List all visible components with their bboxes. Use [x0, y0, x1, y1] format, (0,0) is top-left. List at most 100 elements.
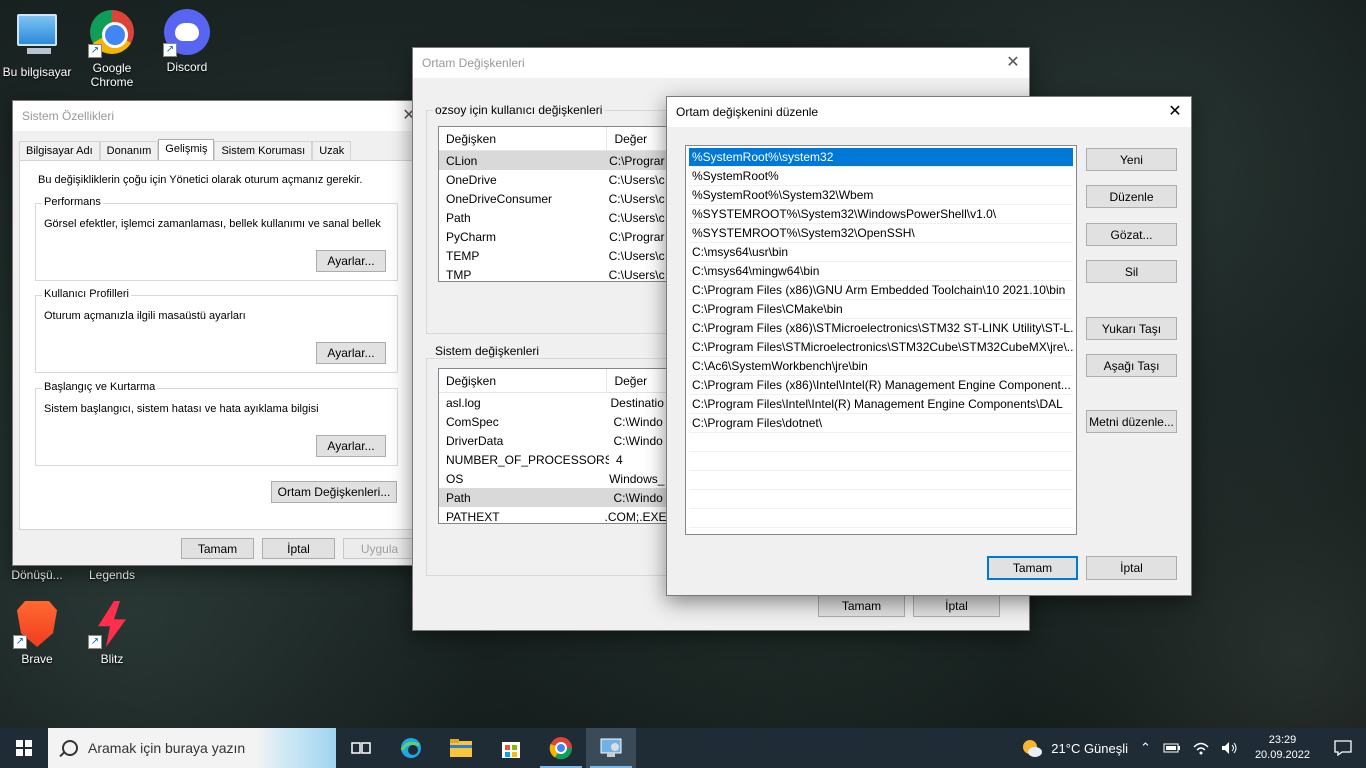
tab-computer-name[interactable]: Bilgisayar Adı	[19, 141, 100, 161]
close-icon[interactable]: ✕	[997, 48, 1029, 78]
tab-hardware[interactable]: Donanım	[99, 141, 159, 161]
empty-row[interactable]	[689, 490, 1073, 509]
column-header-value[interactable]: Değer	[607, 127, 669, 150]
table-row[interactable]: DriverData C:\Windo	[439, 431, 669, 450]
cancel-button[interactable]: İptal	[262, 538, 335, 559]
apply-button[interactable]: Uygula	[343, 538, 416, 559]
search-placeholder: Aramak için buraya yazın	[88, 740, 246, 756]
delete-button[interactable]: Sil	[1086, 260, 1177, 283]
list-item[interactable]: %SYSTEMROOT%\System32\WindowsPowerShell\…	[689, 205, 1073, 224]
start-button[interactable]	[0, 728, 48, 768]
list-item[interactable]: C:\Ac6\SystemWorkbench\jre\bin	[689, 357, 1073, 376]
startup-recovery-group: Başlangıç ve Kurtarma Sistem başlangıcı,…	[35, 381, 398, 466]
taskbar-file-explorer[interactable]	[436, 728, 486, 768]
performance-settings-button[interactable]: Ayarlar...	[316, 250, 386, 272]
desktop-icon-discord[interactable]: ↗ Discord	[150, 8, 224, 74]
window-title: Ortam değişkenini düzenle	[676, 105, 819, 119]
taskbar-chrome[interactable]	[536, 728, 586, 768]
window-titlebar[interactable]: Ortam değişkenini düzenle	[667, 97, 1191, 127]
weather-text: 21°C Güneşli	[1051, 740, 1129, 756]
list-item[interactable]: C:\Program Files\dotnet\	[689, 414, 1073, 433]
taskbar-system-settings[interactable]	[586, 728, 636, 768]
list-item[interactable]: %SystemRoot%\System32\Wbem	[689, 186, 1073, 205]
list-item[interactable]: %SystemRoot%	[689, 167, 1073, 186]
list-item[interactable]: C:\msys64\mingw64\bin	[689, 262, 1073, 281]
close-icon[interactable]: ✕	[1159, 97, 1191, 127]
table-row[interactable]: TEMP C:\Users\c	[439, 246, 669, 265]
table-row[interactable]: Path C:\Windo	[439, 488, 669, 507]
empty-row[interactable]	[689, 452, 1073, 471]
list-item[interactable]: C:\Program Files (x86)\Intel\Intel(R) Ma…	[689, 376, 1073, 395]
table-row[interactable]: OneDriveConsumer C:\Users\c	[439, 189, 669, 208]
chevron-up-icon: ⌃	[1140, 740, 1151, 755]
table-row[interactable]: NUMBER_OF_PROCESSORS 4	[439, 450, 669, 469]
table-row[interactable]: ComSpec C:\Windo	[439, 412, 669, 431]
empty-row[interactable]	[689, 509, 1073, 528]
tab-remote[interactable]: Uzak	[312, 141, 352, 161]
ok-button[interactable]: Tamam	[181, 538, 254, 559]
new-button[interactable]: Yeni	[1086, 148, 1177, 171]
window-titlebar[interactable]: Sistem Özellikleri	[13, 101, 419, 131]
notifications-button[interactable]	[1320, 728, 1366, 768]
group-label: Performans	[42, 196, 103, 208]
list-item[interactable]: C:\Program Files (x86)\STMicroelectronic…	[689, 319, 1073, 338]
cancel-button[interactable]: İptal	[913, 594, 1000, 617]
list-item[interactable]: C:\msys64\usr\bin	[689, 243, 1073, 262]
desktop-icon-brave[interactable]: ↗ Brave	[0, 600, 74, 666]
taskbar-store[interactable]	[486, 728, 536, 768]
edit-text-button[interactable]: Metni düzenle...	[1086, 410, 1177, 433]
table-row[interactable]: CLion C:\Prograr	[439, 151, 669, 170]
weather-widget[interactable]: 21°C Güneşli	[1015, 728, 1134, 768]
empty-row[interactable]	[689, 433, 1073, 452]
system-vars-list[interactable]: Değişken Değer asl.log Destinatio ComSpec…	[438, 368, 670, 524]
column-header-value[interactable]: Değer	[607, 369, 669, 392]
table-row[interactable]: TMP C:\Users\c	[439, 265, 669, 282]
desktop-icon-donusu[interactable]: Dönüşü...	[0, 568, 74, 582]
path-list[interactable]: %SystemRoot%\system32 %SystemRoot% %Syst…	[685, 145, 1077, 535]
task-view-button[interactable]	[336, 728, 386, 768]
user-profiles-settings-button[interactable]: Ayarlar...	[316, 342, 386, 364]
table-row[interactable]: PyCharm C:\Prograr	[439, 227, 669, 246]
taskbar-edge[interactable]	[386, 728, 436, 768]
taskbar-search[interactable]: Aramak için buraya yazın	[48, 728, 336, 768]
ok-button[interactable]: Tamam	[818, 594, 905, 617]
list-item[interactable]: %SYSTEMROOT%\System32\OpenSSH\	[689, 224, 1073, 243]
table-row[interactable]: OS Windows_	[439, 469, 669, 488]
column-header-variable[interactable]: Değişken	[439, 127, 608, 150]
table-row[interactable]: OneDrive C:\Users\c	[439, 170, 669, 189]
empty-row[interactable]	[689, 471, 1073, 490]
clock[interactable]: 23:29 20.09.2022	[1245, 733, 1320, 763]
list-item[interactable]: C:\Program Files (x86)\GNU Arm Embedded …	[689, 281, 1073, 300]
battery-button[interactable]	[1157, 728, 1187, 768]
list-item[interactable]: C:\Program Files\STMicroelectronics\STM3…	[689, 338, 1073, 357]
edit-button[interactable]: Düzenle	[1086, 185, 1177, 208]
network-button[interactable]	[1187, 728, 1215, 768]
cancel-button[interactable]: İptal	[1086, 556, 1177, 580]
advanced-tab-panel: Bu değişikliklerin çoğu için Yönetici ol…	[19, 160, 415, 530]
volume-button[interactable]	[1215, 728, 1245, 768]
ok-button[interactable]: Tamam	[987, 556, 1078, 580]
desktop-icon-chrome[interactable]: ↗ Google Chrome	[75, 8, 149, 89]
table-row[interactable]: asl.log Destinatio	[439, 393, 669, 412]
table-row[interactable]: PATHEXT .COM;.EXE	[439, 507, 669, 524]
list-item[interactable]: C:\Program Files\CMake\bin	[689, 300, 1073, 319]
column-header-variable[interactable]: Değişken	[439, 369, 608, 392]
browse-button[interactable]: Gözat...	[1086, 223, 1177, 246]
user-vars-list[interactable]: Değişken Değer CLion C:\Prograr OneDrive C…	[438, 126, 670, 282]
desktop-icon-legends[interactable]: Legends	[75, 568, 149, 582]
environment-variables-button[interactable]: Ortam Değişkenleri...	[271, 481, 397, 503]
show-hidden-icons-button[interactable]: ⌃	[1134, 728, 1157, 768]
sun-cloud-icon	[1023, 740, 1043, 757]
move-down-button[interactable]: Aşağı Taşı	[1086, 354, 1177, 377]
tab-system-protection[interactable]: Sistem Koruması	[214, 141, 313, 161]
move-up-button[interactable]: Yukarı Taşı	[1086, 317, 1177, 340]
table-row[interactable]: Path C:\Users\c	[439, 208, 669, 227]
tab-advanced[interactable]: Gelişmiş	[158, 139, 215, 161]
list-item[interactable]: C:\Program Files\Intel\Intel(R) Manageme…	[689, 395, 1073, 414]
notification-icon	[1334, 740, 1352, 756]
startup-recovery-settings-button[interactable]: Ayarlar...	[316, 435, 386, 457]
list-item[interactable]: %SystemRoot%\system32	[688, 147, 1074, 168]
desktop-icon-this-pc[interactable]: Bu bilgisayar	[0, 8, 74, 79]
window-titlebar[interactable]: Ortam Değişkenleri	[413, 48, 1029, 78]
desktop-icon-blitz[interactable]: ↗ Blitz	[75, 600, 149, 666]
